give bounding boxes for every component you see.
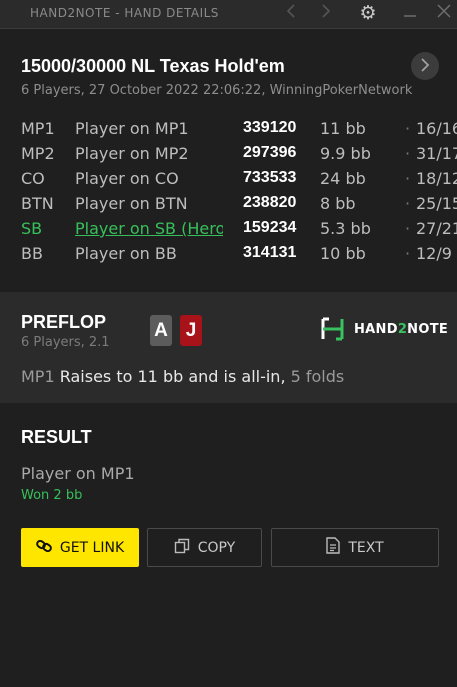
won-amount: Won 2 bb bbox=[21, 488, 83, 503]
logo-text: HAND2NOTE bbox=[354, 322, 448, 337]
link-icon bbox=[36, 539, 52, 556]
chevron-right-icon bbox=[421, 58, 430, 72]
player-stack: 339120 bbox=[243, 119, 297, 136]
separator-dot: · bbox=[405, 244, 411, 263]
result-section: RESULT Player on MP1 Won 2 bb GET LINK C… bbox=[0, 403, 457, 687]
player-row: MP1 Player on MP1 339120 11 bb · 16/16 bbox=[21, 119, 457, 144]
player-stack-bb: 9.9 bb bbox=[320, 144, 371, 163]
player-position: SB bbox=[21, 219, 43, 238]
player-row-hero: SB Player on SB (Hero) 159234 5.3 bb · 2… bbox=[21, 219, 457, 244]
title-bar: HAND2NOTE - HAND DETAILS ⚙ bbox=[0, 0, 457, 29]
preflop-action: MP1 Raises to 11 bb and is all-in, 5 fol… bbox=[21, 367, 344, 386]
player-stats: 12/9 bbox=[416, 244, 452, 263]
hand-header-section: 15000/30000 NL Texas Hold'em 6 Players, … bbox=[0, 29, 457, 292]
player-stats: 27/21 bbox=[416, 219, 457, 238]
player-row: BTN Player on BTN 238820 8 bb · 25/15 bbox=[21, 194, 457, 219]
copy-icon bbox=[174, 538, 190, 558]
separator-dot: · bbox=[405, 169, 411, 188]
street-title: PREFLOP bbox=[21, 312, 107, 332]
separator-dot: · bbox=[405, 144, 411, 163]
window-title: HAND2NOTE - HAND DETAILS bbox=[30, 6, 219, 20]
player-stack-bb: 24 bb bbox=[320, 169, 366, 188]
text-label: TEXT bbox=[348, 539, 384, 556]
player-name[interactable]: Player on CO bbox=[75, 169, 223, 188]
action-position: MP1 bbox=[21, 367, 55, 386]
hole-card: J bbox=[180, 315, 202, 346]
copy-label: COPY bbox=[197, 539, 236, 556]
player-stats: 25/15 bbox=[416, 194, 457, 213]
player-stack: 159234 bbox=[243, 219, 297, 236]
result-title: RESULT bbox=[21, 427, 92, 447]
player-stack: 238820 bbox=[243, 194, 297, 211]
player-name-hero[interactable]: Player on SB (Hero) bbox=[75, 219, 223, 238]
separator-dot: · bbox=[405, 219, 411, 238]
player-name[interactable]: Player on BB bbox=[75, 244, 223, 263]
close-icon[interactable] bbox=[432, 2, 456, 26]
document-icon bbox=[326, 537, 341, 558]
street-subtitle: 6 Players, 2.1 bbox=[21, 335, 110, 350]
preflop-section: PREFLOP 6 Players, 2.1 A J HAND2NOTE MP1… bbox=[0, 292, 457, 403]
player-stack: 297396 bbox=[243, 144, 297, 161]
player-stats: 18/12 bbox=[416, 169, 457, 188]
player-name[interactable]: Player on BTN bbox=[75, 194, 223, 213]
gear-icon[interactable]: ⚙ bbox=[356, 2, 380, 26]
copy-button[interactable]: COPY bbox=[147, 528, 262, 567]
game-title: 15000/30000 NL Texas Hold'em bbox=[21, 56, 285, 76]
player-stack-bb: 10 bb bbox=[320, 244, 366, 263]
player-row: CO Player on CO 733533 24 bb · 18/12 bbox=[21, 169, 457, 194]
player-stack: 733533 bbox=[243, 169, 297, 186]
player-position: CO bbox=[21, 169, 45, 188]
player-row: MP2 Player on MP2 297396 9.9 bb · 31/17 bbox=[21, 144, 457, 169]
hole-card: A bbox=[150, 315, 172, 346]
logo-text-part: 2 bbox=[397, 322, 408, 337]
player-position: BTN bbox=[21, 194, 54, 213]
player-stack-bb: 8 bb bbox=[320, 194, 356, 213]
player-stats: 16/16 bbox=[416, 119, 457, 138]
player-row: BB Player on BB 314131 10 bb · 12/9 bbox=[21, 244, 452, 269]
chevron-right-icon[interactable] bbox=[314, 2, 338, 26]
logo-text-part: HAND bbox=[354, 322, 398, 337]
logo-text-part: NOTE bbox=[407, 322, 449, 337]
player-name[interactable]: Player on MP2 bbox=[75, 144, 223, 163]
player-stack: 314131 bbox=[243, 244, 297, 261]
next-hand-button[interactable] bbox=[411, 52, 439, 80]
winner-name: Player on MP1 bbox=[21, 464, 135, 483]
player-position: BB bbox=[21, 244, 43, 263]
players-list: MP1 Player on MP1 339120 11 bb · 16/16 M… bbox=[21, 119, 457, 269]
get-link-button[interactable]: GET LINK bbox=[21, 528, 139, 567]
game-subtitle: 6 Players, 27 October 2022 22:06:22, Win… bbox=[21, 83, 413, 98]
text-button[interactable]: TEXT bbox=[271, 528, 439, 567]
minimize-icon[interactable] bbox=[398, 2, 422, 26]
hand2note-logo-icon bbox=[321, 317, 344, 341]
get-link-label: GET LINK bbox=[59, 539, 125, 556]
player-stats: 31/17 bbox=[416, 144, 457, 163]
chevron-left-icon[interactable] bbox=[279, 2, 303, 26]
separator-dot: · bbox=[405, 194, 411, 213]
separator-dot: · bbox=[405, 119, 411, 138]
player-position: MP2 bbox=[21, 144, 55, 163]
player-stack-bb: 5.3 bb bbox=[320, 219, 371, 238]
player-name[interactable]: Player on MP1 bbox=[75, 119, 223, 138]
player-stack-bb: 11 bb bbox=[320, 119, 366, 138]
action-folds: 5 folds bbox=[285, 367, 345, 386]
action-text: Raises to 11 bb and is all-in, bbox=[54, 367, 286, 386]
player-position: MP1 bbox=[21, 119, 55, 138]
